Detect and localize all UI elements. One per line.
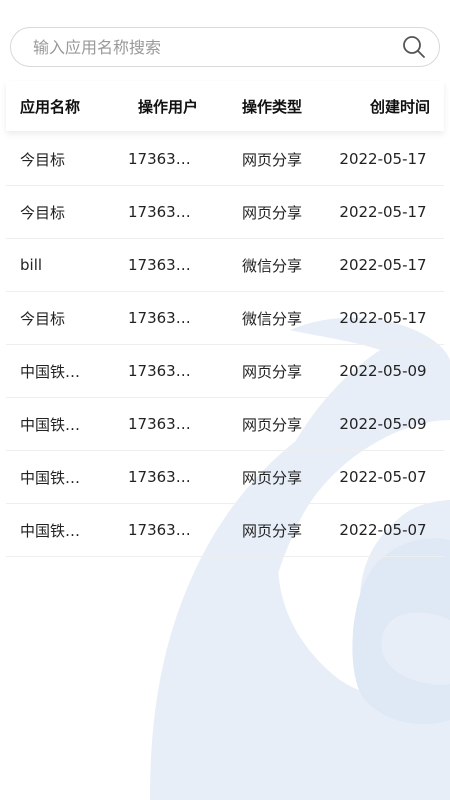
table-row[interactable]: 中国铁… 173630… 网页分享 2022-05-09 [6,345,444,398]
table-row[interactable]: 今目标 173630… 网页分享 2022-05-17 [6,133,444,186]
cell-operator: 173630… [128,415,200,434]
search-bar [10,27,440,67]
cell-operator: 173630… [128,256,200,275]
table-header: 应用名称 操作用户 操作类型 创建时间 [6,81,444,131]
cell-operator: 173630… [128,468,200,487]
cell-operation-type: 微信分享 [241,309,302,328]
cell-created-time: 2022-05-07 [339,521,427,539]
cell-app-name: bill [20,256,43,275]
table-row[interactable]: 今目标 173630… 网页分享 2022-05-17 [6,186,444,239]
cell-app-name: 中国铁… [20,362,81,381]
cell-created-time: 2022-05-17 [339,256,427,274]
cell-app-name: 中国铁… [20,415,81,434]
page: 应用名称 操作用户 操作类型 创建时间 今目标 173630… 网页分享 202… [0,0,450,800]
cell-operation-type: 微信分享 [241,256,302,275]
cell-operation-type: 网页分享 [241,362,302,381]
cell-operator: 173630… [128,150,200,169]
search-icon[interactable] [401,34,427,60]
cell-app-name: 中国铁… [20,468,81,487]
cell-created-time: 2022-05-09 [339,415,427,433]
cell-created-time: 2022-05-17 [339,309,427,327]
cell-operator: 173630… [128,203,200,222]
cell-app-name: 今目标 [20,203,66,222]
cell-operation-type: 网页分享 [241,415,302,434]
table-row[interactable]: 今目标 173630… 微信分享 2022-05-17 [6,292,444,345]
cell-operation-type: 网页分享 [241,521,302,540]
header-operator: 操作用户 [138,97,199,116]
header-created-time: 创建时间 [369,97,430,116]
cell-operation-type: 网页分享 [241,150,302,169]
table-row[interactable]: 中国铁… 173630… 网页分享 2022-05-07 [6,504,444,557]
table-row[interactable]: 中国铁… 173630… 网页分享 2022-05-07 [6,451,444,504]
cell-app-name: 今目标 [20,150,66,169]
cell-operator: 173630… [128,521,200,540]
header-operation-type: 操作类型 [241,97,302,116]
table-row[interactable]: 中国铁… 173630… 网页分享 2022-05-09 [6,398,444,451]
cell-app-name: 今目标 [20,309,66,328]
cell-operator: 173630… [128,362,200,381]
cell-operation-type: 网页分享 [241,203,302,222]
table-body: 今目标 173630… 网页分享 2022-05-17 今目标 173630… … [6,131,444,557]
cell-created-time: 2022-05-17 [339,203,427,221]
search-input[interactable] [31,28,401,66]
cell-app-name: 中国铁… [20,521,81,540]
cell-operation-type: 网页分享 [241,468,302,487]
cell-created-time: 2022-05-09 [339,362,427,380]
header-app-name: 应用名称 [20,97,81,116]
cell-created-time: 2022-05-17 [339,150,427,168]
cell-operator: 173630… [128,309,200,328]
records-table: 应用名称 操作用户 操作类型 创建时间 今目标 173630… 网页分享 202… [6,81,444,557]
table-row[interactable]: bill 173630… 微信分享 2022-05-17 [6,239,444,292]
cell-created-time: 2022-05-07 [339,468,427,486]
